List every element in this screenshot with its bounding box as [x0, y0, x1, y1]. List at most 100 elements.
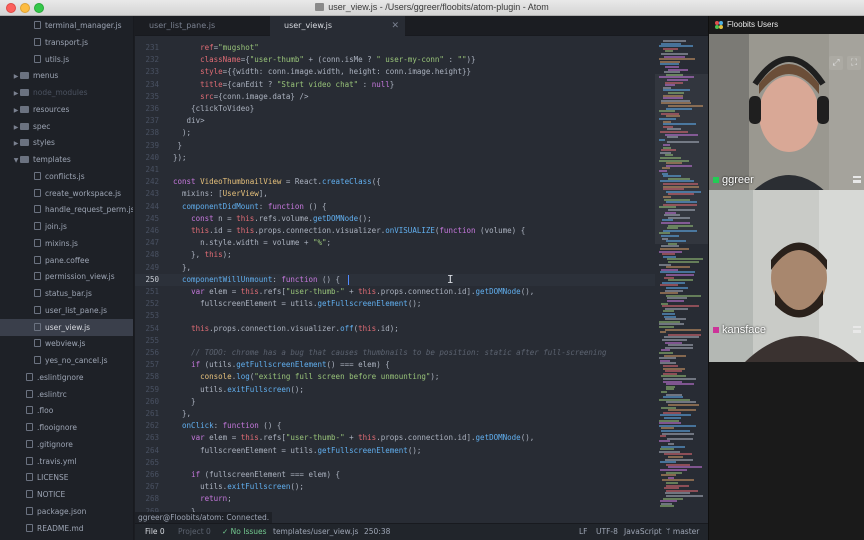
file-path[interactable]: templates/user_view.js: [273, 524, 358, 540]
code-line[interactable]: div>: [173, 115, 205, 127]
tree-item[interactable]: package.json: [0, 503, 133, 520]
tree-item[interactable]: ▶ menus: [0, 67, 133, 85]
code-line[interactable]: componentDidMount: function () {: [173, 201, 327, 213]
video-fullscreen-icon[interactable]: ⛶: [847, 56, 861, 70]
code-editor[interactable]: 231 232 233 234 235 236 237 238 239 240 241 242 243 2…: [135, 36, 708, 523]
tree-item[interactable]: create_workspace.js: [0, 185, 133, 202]
code-line[interactable]: if (fullscreenElement === elem) {: [173, 469, 340, 481]
tree-item[interactable]: ▼ templates: [0, 151, 133, 169]
tree-item[interactable]: permission_view.js: [0, 268, 133, 285]
chevron-right-icon[interactable]: ▶: [12, 85, 20, 102]
code-line[interactable]: title={canEdit ? "Start video chat" : nu…: [173, 79, 394, 91]
code-line[interactable]: src={conn.image.data} />: [173, 91, 308, 103]
line-ending[interactable]: LF: [579, 524, 588, 540]
no-issues-indicator[interactable]: ✓ No Issues: [222, 524, 267, 540]
code-line[interactable]: this.id = this.props.connection.visualiz…: [173, 225, 525, 237]
user-video-ggreer[interactable]: ⤢ ⛶ ggreer: [709, 34, 864, 206]
code-line[interactable]: return;: [173, 493, 232, 505]
chevron-right-icon[interactable]: ▶: [12, 102, 20, 119]
tree-item-content: .travis.yml: [0, 456, 77, 466]
tree-item[interactable]: .eslintignore: [0, 369, 133, 386]
tree-item[interactable]: handle_request_perm.js: [0, 201, 133, 218]
tree-item[interactable]: join.js: [0, 218, 133, 235]
code-line[interactable]: n.style.width = volume + "%";: [173, 237, 331, 249]
close-tab-icon[interactable]: ✕: [391, 16, 399, 36]
code-line[interactable]: className={"user-thumb" + (conn.isMe ? "…: [173, 54, 475, 66]
tree-item[interactable]: ▶ styles: [0, 134, 133, 152]
tree-item[interactable]: yes_no_cancel.js: [0, 352, 133, 369]
code-line[interactable]: var elem = this.refs["user-thumb-" + thi…: [173, 432, 534, 444]
minimap[interactable]: [655, 36, 708, 523]
code-line[interactable]: // TODO: chrome has a bug that causes th…: [173, 347, 606, 359]
chevron-right-icon[interactable]: ▶: [12, 135, 20, 152]
user-color-dot: [713, 327, 719, 333]
file-issues-tab[interactable]: File 0: [145, 524, 165, 540]
code-line[interactable]: const VideoThumbnailView = React.createC…: [173, 176, 381, 188]
tree-item[interactable]: ▶ resources: [0, 101, 133, 119]
tree-item[interactable]: user_list_pane.js: [0, 302, 133, 319]
tree-item[interactable]: .floo: [0, 402, 133, 419]
video-popout-icon[interactable]: ⤢: [829, 56, 843, 70]
code-line[interactable]: style={{width: conn.image.width, height:…: [173, 66, 471, 78]
code-line[interactable]: );: [173, 127, 191, 139]
code-line[interactable]: fullscreenElement = utils.getFullscreenE…: [173, 445, 421, 457]
code-line[interactable]: this.props.connection.visualizer.off(thi…: [173, 323, 399, 335]
git-branch[interactable]: ᛘ master: [666, 524, 699, 540]
project-issues-tab[interactable]: Project 0: [178, 524, 211, 540]
tree-item[interactable]: README.md: [0, 520, 133, 537]
tree-item[interactable]: webview.js: [0, 335, 133, 352]
tree-item[interactable]: utils.js: [0, 51, 133, 68]
code-line[interactable]: onClick: function () {: [173, 420, 281, 432]
tree-item[interactable]: LICENSE: [0, 469, 133, 486]
line-number: 267: [145, 482, 159, 492]
tree-item[interactable]: terminal_manager.js: [0, 17, 133, 34]
chevron-right-icon[interactable]: ▶: [12, 68, 20, 85]
user-video-kansface[interactable]: kansface: [709, 190, 864, 362]
tree-item[interactable]: NOTICE: [0, 486, 133, 503]
code-line[interactable]: fullscreenElement = utils.getFullscreenE…: [173, 298, 421, 310]
code-line[interactable]: utils.exitFullscreen();: [173, 481, 304, 493]
tree-item[interactable]: .flooignore: [0, 419, 133, 436]
tree-item[interactable]: mixins.js: [0, 235, 133, 252]
code-line[interactable]: mixins: [UserView],: [173, 188, 268, 200]
code-line[interactable]: ref="mugshot": [173, 42, 259, 54]
code-line[interactable]: },: [173, 408, 191, 420]
code-line[interactable]: });: [173, 152, 187, 164]
tree-item-label: .eslintignore: [37, 372, 84, 382]
code-line[interactable]: console.log("exiting full screen before …: [173, 371, 439, 383]
code-line[interactable]: componentWillUnmount: function () {: [173, 274, 340, 286]
file-icon: [34, 255, 41, 264]
tab-user-list-pane[interactable]: user_list_pane.js: [135, 16, 270, 36]
tree-item[interactable]: ▶ spec: [0, 118, 133, 136]
grammar-selector[interactable]: JavaScript: [624, 524, 662, 540]
tree-item-content: .eslintignore: [0, 372, 84, 382]
chevron-right-icon[interactable]: ▶: [12, 119, 20, 136]
tab-user-view[interactable]: user_view.js ✕: [270, 16, 405, 36]
tree-item[interactable]: conflicts.js: [0, 168, 133, 185]
code-line[interactable]: }: [173, 396, 196, 408]
user-menu-icon[interactable]: [853, 326, 861, 333]
tree-item[interactable]: status_bar.js: [0, 285, 133, 302]
code-line[interactable]: }: [173, 140, 183, 152]
chevron-down-icon[interactable]: ▼: [12, 152, 20, 169]
code-line[interactable]: utils.exitFullscreen();: [173, 384, 304, 396]
cursor-position[interactable]: 250:38: [364, 524, 390, 540]
tree-item[interactable]: ▶ node_modules: [0, 84, 133, 102]
code-line[interactable]: },: [173, 262, 191, 274]
tree-item[interactable]: .travis.yml: [0, 453, 133, 470]
file-icon: [26, 389, 33, 398]
tree-item[interactable]: user_view.js: [0, 318, 133, 336]
code-line[interactable]: }, this);: [173, 249, 232, 261]
tree-item[interactable]: .eslintrc: [0, 386, 133, 403]
code-line[interactable]: {clickToVideo}: [173, 103, 254, 115]
tree-item[interactable]: .gitignore: [0, 436, 133, 453]
code-line[interactable]: const n = this.refs.volume.getDOMNode();: [173, 213, 372, 225]
user-menu-icon[interactable]: [853, 176, 861, 183]
code-line[interactable]: if (utils.getFullscreenElement() === ele…: [173, 359, 390, 371]
code-line[interactable]: var elem = this.refs["user-thumb-" + thi…: [173, 286, 534, 298]
tree-item[interactable]: pane.coffee: [0, 252, 133, 269]
file-encoding[interactable]: UTF-8: [596, 524, 618, 540]
tree-item[interactable]: transport.js: [0, 34, 133, 51]
tree-view[interactable]: terminal_manager.js transport.js utils.js ▶…: [0, 16, 134, 540]
file-icon: [34, 54, 41, 63]
